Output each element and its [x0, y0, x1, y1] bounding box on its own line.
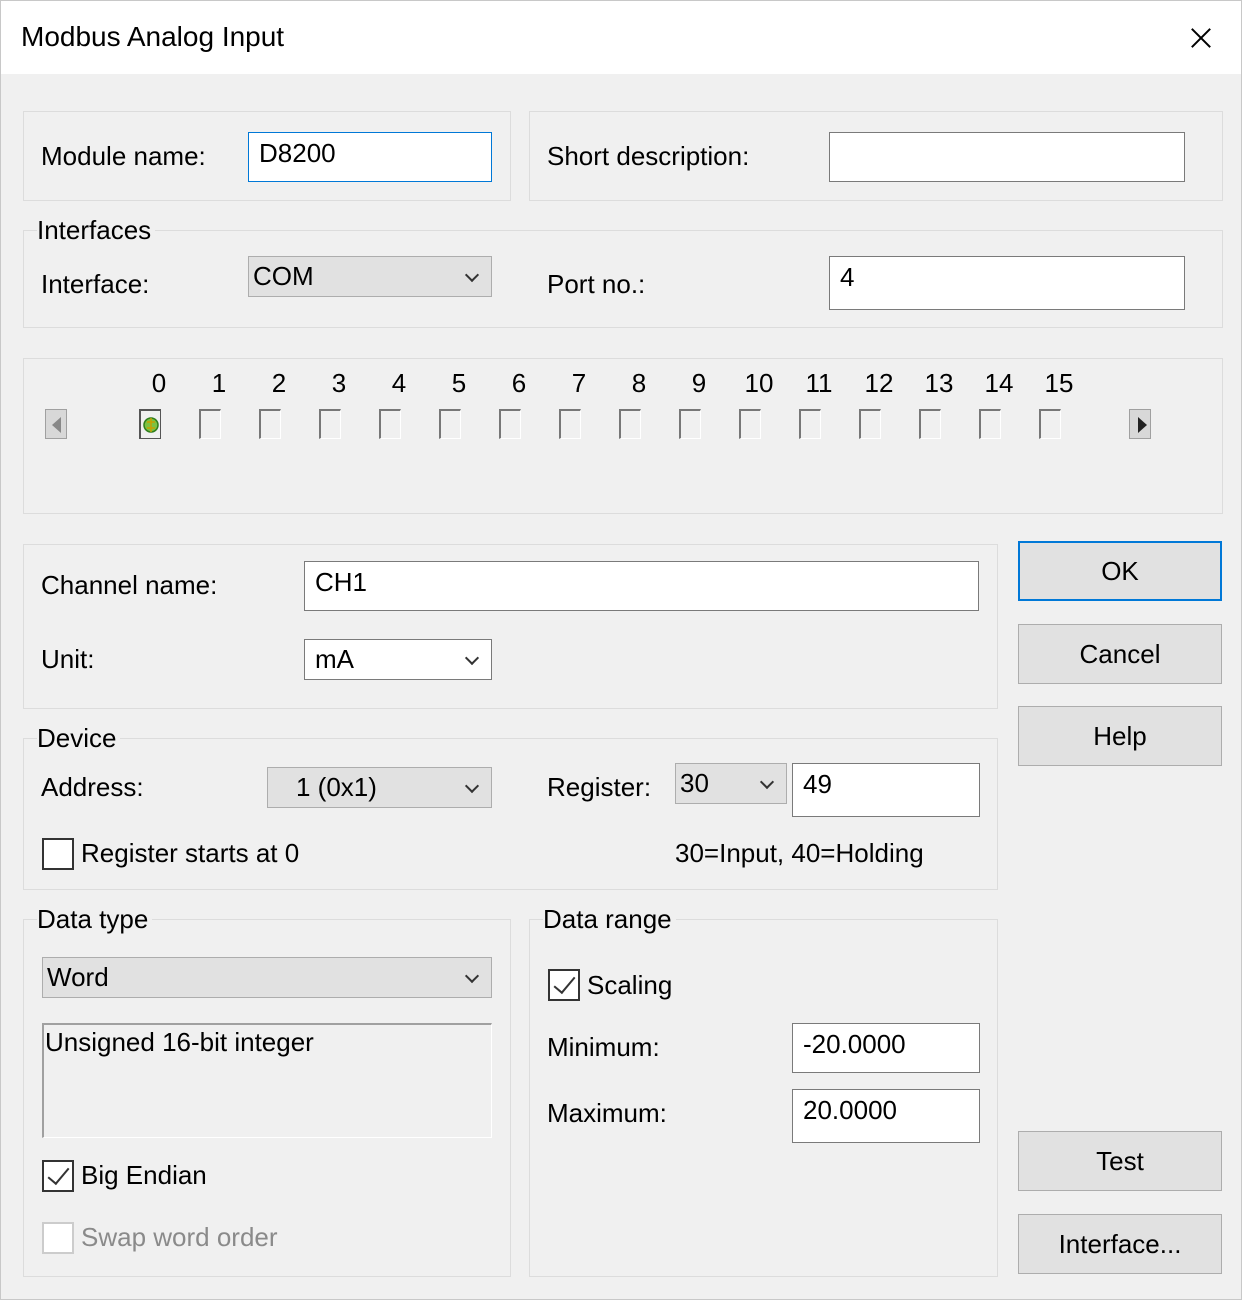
help-button[interactable]: Help — [1018, 706, 1222, 766]
chevron-down-icon — [464, 778, 480, 794]
scaling-label: Scaling — [587, 970, 673, 1000]
short-description-label: Short description: — [547, 141, 750, 171]
channel-number-9: 9 — [691, 368, 707, 398]
unit-select-value: mA — [315, 644, 354, 674]
title-bar: Modbus Analog Input — [1, 1, 1241, 74]
ok-button[interactable]: OK — [1018, 541, 1222, 601]
channel-number-3: 3 — [331, 368, 347, 398]
channel-button-8[interactable] — [619, 409, 641, 439]
address-label: Address: — [41, 772, 144, 802]
big-endian-label: Big Endian — [81, 1160, 207, 1190]
active-channel-icon — [143, 417, 159, 433]
register-type-select[interactable]: 30 — [675, 763, 787, 804]
channel-button-5[interactable] — [439, 409, 461, 439]
data-type-description: Unsigned 16-bit integer — [42, 1023, 492, 1138]
channel-button-13[interactable] — [919, 409, 941, 439]
scroll-right-icon[interactable] — [1129, 409, 1151, 439]
channel-number-4: 4 — [391, 368, 407, 398]
close-icon[interactable] — [1181, 15, 1221, 59]
port-label: Port no.: — [547, 269, 646, 299]
channel-button-11[interactable] — [799, 409, 821, 439]
data-type-select-value: Word — [47, 962, 109, 992]
interface-button[interactable]: Interface... — [1018, 1214, 1222, 1274]
register-starts-at-zero-label: Register starts at 0 — [81, 838, 300, 868]
interface-select[interactable]: COM — [248, 256, 492, 297]
channel-button-15[interactable] — [1039, 409, 1061, 439]
maximum-input[interactable]: 20.0000 — [792, 1089, 980, 1143]
channel-button-12[interactable] — [859, 409, 881, 439]
module-name-input[interactable]: D8200 — [248, 132, 492, 182]
channel-number-0: 0 — [151, 368, 167, 398]
channel-number-11: 11 — [805, 368, 833, 398]
channel-number-8: 8 — [631, 368, 647, 398]
scroll-left-icon[interactable] — [45, 409, 67, 439]
channel-number-15: 15 — [1044, 368, 1074, 398]
data-range-group-label: Data range — [543, 904, 676, 935]
channel-number-7: 7 — [571, 368, 587, 398]
channel-button-6[interactable] — [499, 409, 521, 439]
dialog-window: Modbus Analog Input Module name: D8200 S… — [0, 0, 1242, 1300]
register-hint: 30=Input, 40=Holding — [675, 838, 924, 868]
port-input[interactable]: 4 — [829, 256, 1185, 310]
minimum-input[interactable]: -20.0000 — [792, 1023, 980, 1073]
scaling-checkbox[interactable] — [548, 969, 580, 1001]
channel-name-input[interactable]: CH1 — [304, 561, 979, 611]
channel-number-1: 1 — [211, 368, 227, 398]
interface-select-value: COM — [253, 261, 314, 291]
short-description-input[interactable] — [829, 132, 1185, 182]
chevron-down-icon — [464, 650, 480, 666]
channel-number-10: 10 — [744, 368, 774, 398]
channel-button-4[interactable] — [379, 409, 401, 439]
chevron-down-icon — [464, 968, 480, 984]
chevron-down-icon — [759, 774, 775, 790]
channel-number-12: 12 — [864, 368, 894, 398]
channel-button-3[interactable] — [319, 409, 341, 439]
minimum-label: Minimum: — [547, 1032, 660, 1062]
unit-label: Unit: — [41, 644, 95, 674]
interfaces-group-label: Interfaces — [37, 215, 156, 246]
address-select-value: 1 (0x1) — [296, 772, 377, 802]
chevron-down-icon — [464, 267, 480, 283]
channel-button-14[interactable] — [979, 409, 1001, 439]
register-starts-at-zero-checkbox[interactable] — [42, 838, 74, 870]
channel-number-13: 13 — [924, 368, 954, 398]
channel-name-label: Channel name: — [41, 570, 218, 600]
module-name-label: Module name: — [41, 141, 206, 171]
register-label: Register: — [547, 772, 652, 802]
register-input[interactable]: 49 — [792, 763, 980, 817]
channel-button-9[interactable] — [679, 409, 701, 439]
window-title: Modbus Analog Input — [21, 21, 285, 52]
register-type-value: 30 — [680, 768, 709, 798]
channel-button-10[interactable] — [739, 409, 761, 439]
unit-select[interactable]: mA — [304, 639, 492, 680]
data-type-group-label: Data type — [37, 904, 153, 935]
channel-number-5: 5 — [451, 368, 467, 398]
big-endian-checkbox[interactable] — [42, 1160, 74, 1192]
channel-button-7[interactable] — [559, 409, 581, 439]
device-group-label: Device — [37, 723, 121, 754]
swap-word-order-checkbox[interactable] — [42, 1222, 74, 1254]
channel-button-1[interactable] — [199, 409, 221, 439]
channel-number-2: 2 — [271, 368, 287, 398]
test-button[interactable]: Test — [1018, 1131, 1222, 1191]
channel-number-6: 6 — [511, 368, 527, 398]
channel-number-14: 14 — [984, 368, 1014, 398]
interface-label: Interface: — [41, 269, 150, 299]
cancel-button[interactable]: Cancel — [1018, 624, 1222, 684]
swap-word-order-label: Swap word order — [81, 1222, 278, 1252]
data-type-select[interactable]: Word — [42, 957, 492, 998]
maximum-label: Maximum: — [547, 1098, 667, 1128]
channel-button-2[interactable] — [259, 409, 281, 439]
address-select[interactable]: 1 (0x1) — [267, 767, 492, 808]
channel-button-0[interactable] — [139, 409, 161, 439]
